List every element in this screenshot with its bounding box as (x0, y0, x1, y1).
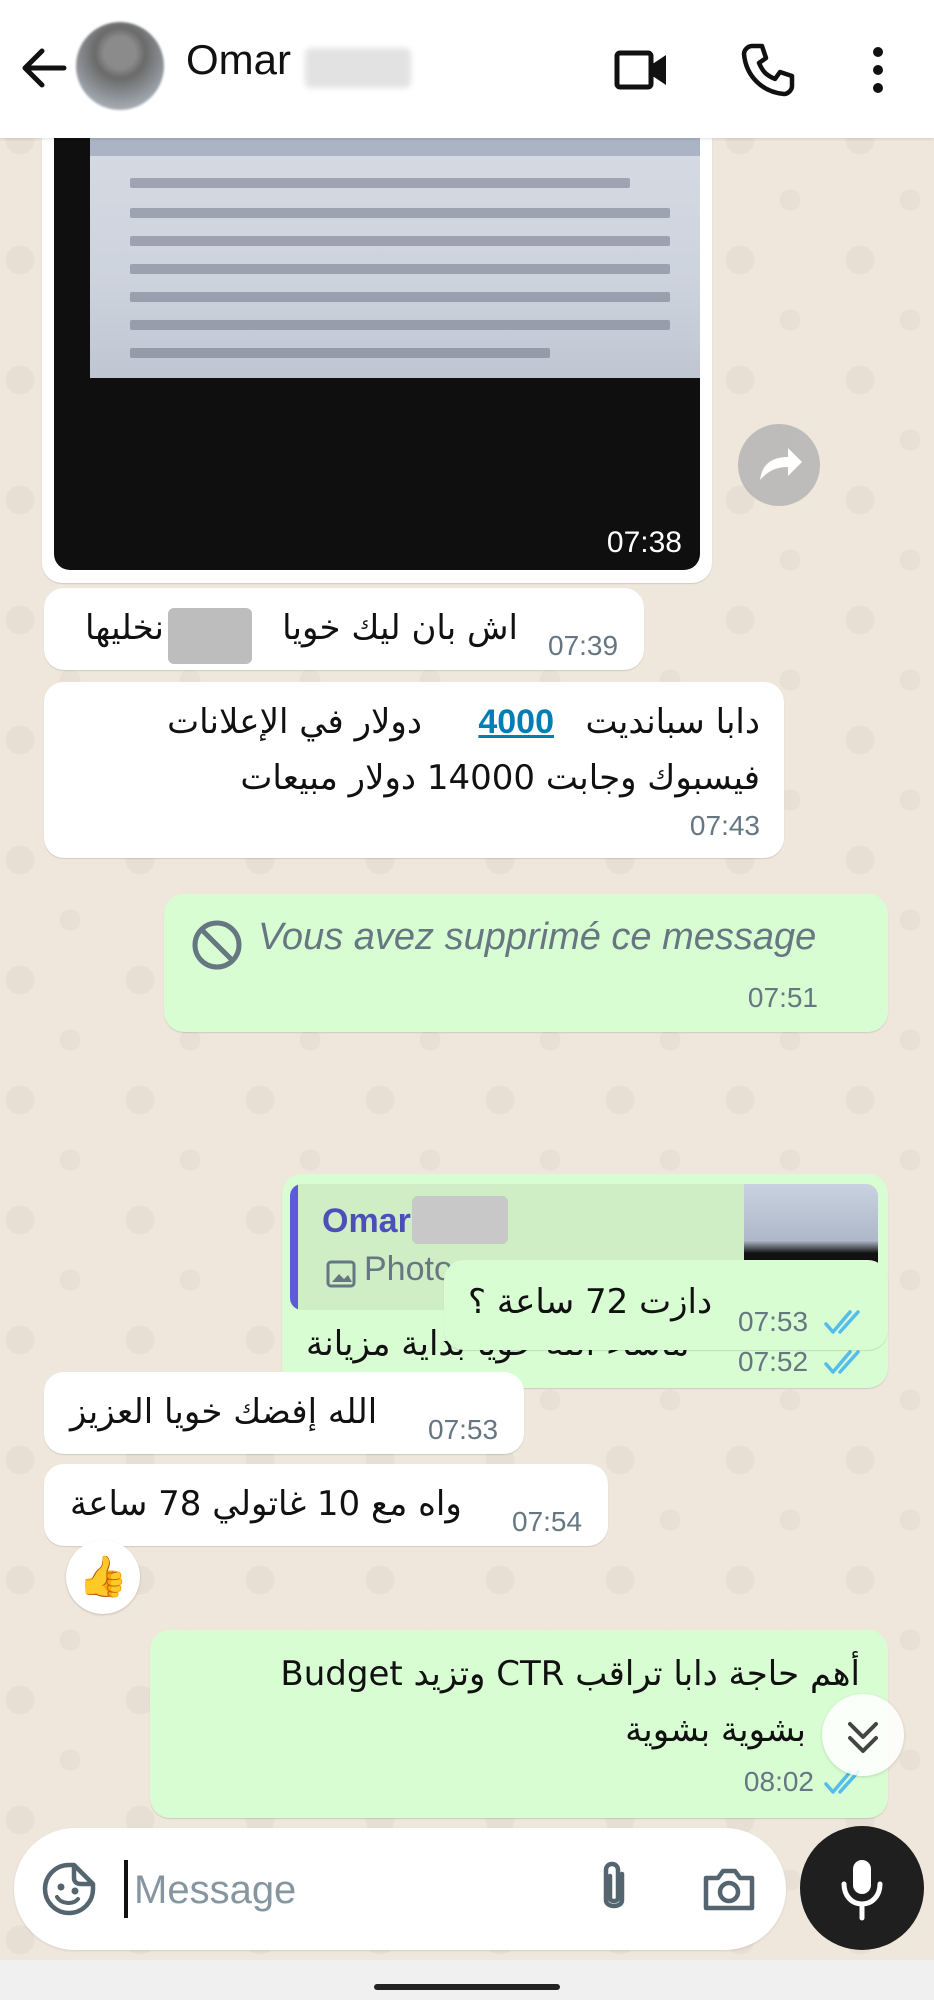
message-time: 07:43 (689, 810, 760, 841)
redacted-name (168, 608, 252, 664)
redacted-surname (305, 48, 411, 88)
more-options-button[interactable] (848, 40, 908, 100)
message-time: 08:02 (743, 1766, 814, 1797)
contact-name[interactable]: Omar (186, 36, 291, 84)
message-text: دابا سباندیت (585, 702, 760, 742)
attach-button[interactable] (588, 1858, 640, 1918)
video-call-button[interactable] (612, 40, 672, 100)
system-navigation-bar (0, 1960, 934, 2000)
sticker-button[interactable] (40, 1860, 98, 1918)
read-ticks-icon (824, 1310, 860, 1334)
message-time: 07:51 (747, 982, 818, 1013)
incoming-message[interactable]: دابا سباندیت 4000 دولار في الإعلانات فيس… (44, 682, 784, 858)
photo-icon (326, 1260, 356, 1288)
deleted-message[interactable]: Vous avez supprimé ce message 07:51 (164, 894, 888, 1032)
outgoing-message[interactable]: دازت 72 ساعة ؟ 07:53 (444, 1260, 888, 1350)
camera-button[interactable] (700, 1860, 758, 1918)
incoming-message[interactable]: الله إفضك خويا العزيز 07:53 (44, 1372, 524, 1454)
double-chevron-down-icon (848, 1722, 878, 1753)
quote-accent-bar (290, 1184, 298, 1310)
video-call-icon (614, 50, 666, 90)
message-text: الله إفضك خويا العزيز (70, 1392, 378, 1432)
forward-icon (760, 448, 802, 480)
voice-call-button[interactable] (738, 40, 798, 100)
photo-screen-content (90, 138, 700, 378)
outgoing-message[interactable]: أهم حاجة دابا تراقب CTR وتزيد Budget بشو… (150, 1630, 888, 1818)
redacted-surname (412, 1196, 508, 1244)
arrow-left-icon (22, 48, 67, 88)
scroll-to-bottom-button[interactable] (822, 1694, 904, 1776)
camera-icon (703, 1868, 755, 1911)
microphone-icon (841, 1860, 883, 1921)
message-text: دازت 72 ساعة ؟ (468, 1282, 713, 1322)
quote-type: Photo (364, 1250, 453, 1288)
read-ticks-icon (824, 1350, 860, 1374)
incoming-message[interactable]: اش بان ليك خويا نخليها 07:39 (44, 588, 644, 670)
message-composer (14, 1828, 786, 1950)
message-time: 07:39 (548, 630, 619, 661)
more-vert-icon (873, 47, 883, 93)
message-text: اش بان ليك خويا (282, 608, 518, 648)
message-text: دولار في الإعلانات (167, 702, 422, 742)
message-text: أهم حاجة دابا تراقب CTR وتزيد Budget (280, 1654, 860, 1694)
home-gesture-handle[interactable] (374, 1984, 560, 1990)
message-text: بشوية بشوية (625, 1710, 806, 1750)
back-button[interactable] (14, 38, 74, 98)
message-time: 07:38 (606, 526, 682, 559)
blocked-icon (192, 920, 242, 970)
sticker-smiley-icon (42, 1862, 96, 1916)
message-list[interactable]: 07:38 اش بان ليك خويا نخليها 07:39 دابا … (0, 138, 934, 1830)
paperclip-icon (603, 1861, 625, 1909)
message-input[interactable] (132, 1856, 576, 1924)
photo-attachment[interactable]: 07:38 (54, 138, 700, 570)
message-text: فيسبوك وجابت 14000 دولار مبيعات (240, 758, 760, 798)
chat-header: Omar (0, 0, 934, 138)
message-time: 07:54 (512, 1506, 583, 1537)
message-text: نخليها (85, 608, 164, 648)
forward-button[interactable] (738, 424, 820, 506)
message-text: واه مع 10 غاتولي 78 ساعة (70, 1484, 462, 1524)
message-time: 07:53 (428, 1414, 499, 1445)
quote-sender: Omar (322, 1202, 411, 1240)
number-link[interactable]: 4000 (478, 694, 554, 750)
message-time: 07:52 (738, 1346, 809, 1377)
image-message[interactable]: 07:38 (42, 138, 712, 583)
reaction-thumbs-up[interactable]: 👍 (66, 1540, 140, 1614)
message-time: 07:53 (738, 1306, 809, 1337)
incoming-message[interactable]: واه مع 10 غاتولي 78 ساعة 07:54 (44, 1464, 608, 1546)
voice-message-button[interactable] (800, 1826, 924, 1950)
phone-icon (741, 43, 795, 97)
deleted-notice: Vous avez supprimé ce message (258, 916, 817, 958)
avatar[interactable] (76, 22, 164, 110)
text-caret (124, 1860, 128, 1918)
